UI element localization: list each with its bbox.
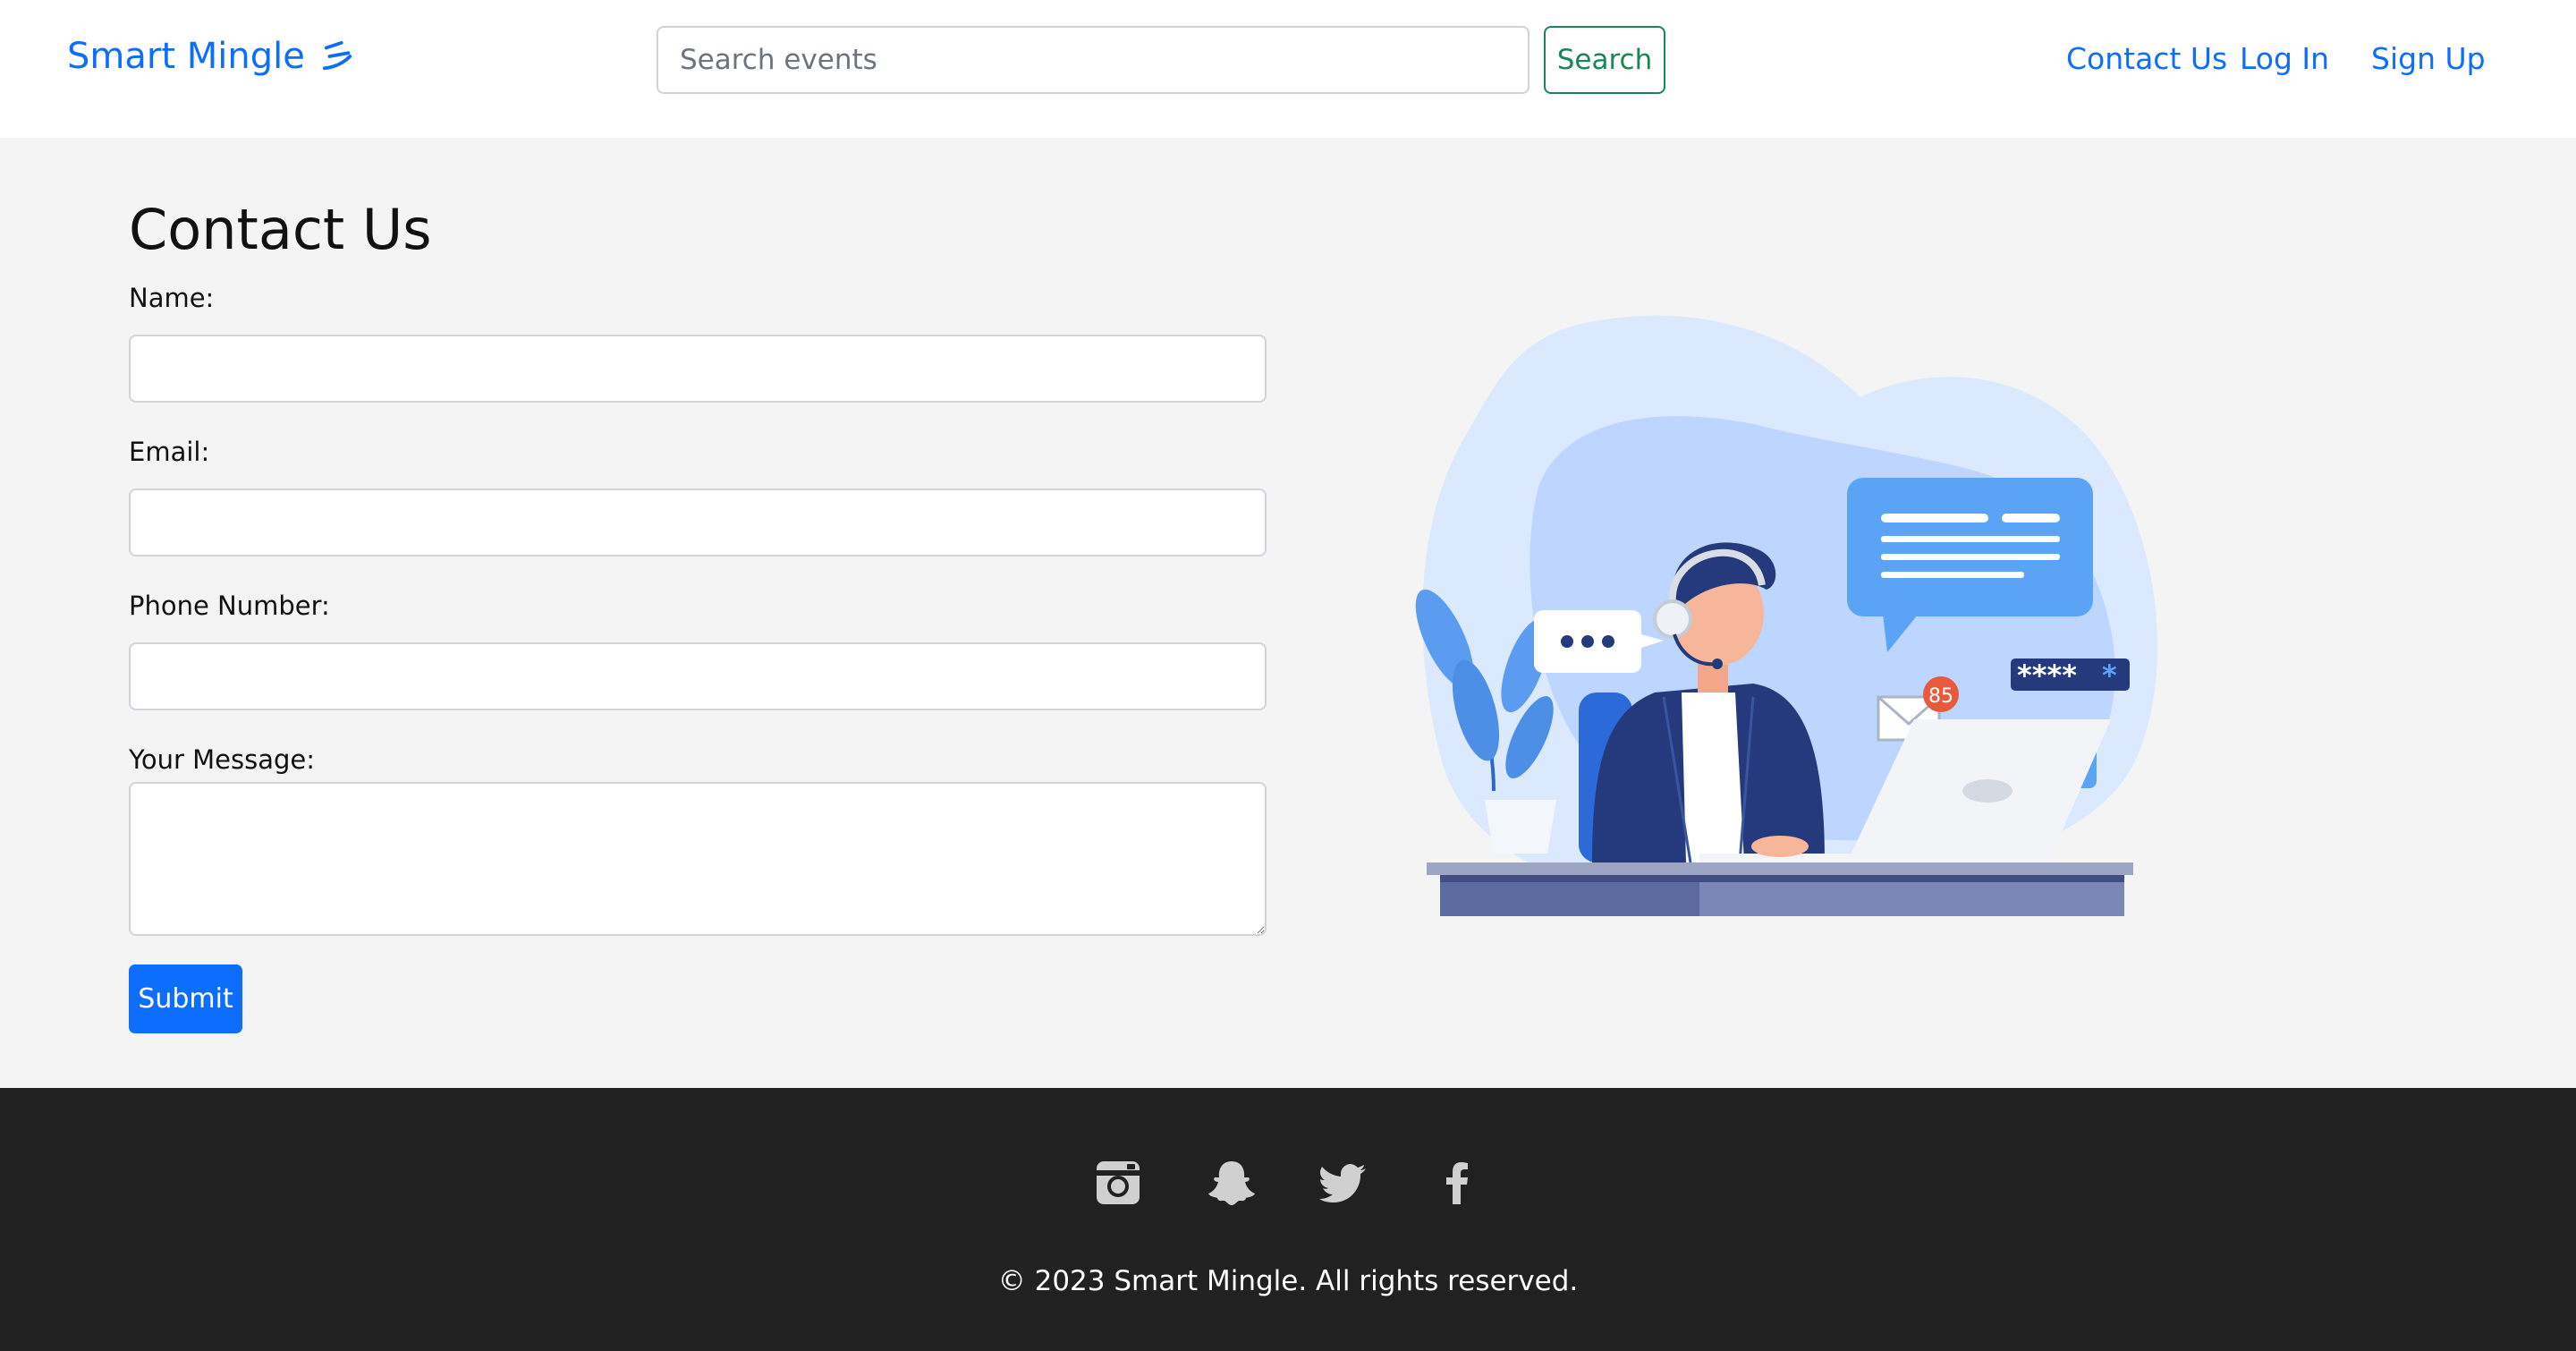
nav-contact-us-link[interactable]: Contact Us	[2066, 41, 2227, 76]
password-field-graphic: **** *	[2011, 659, 2130, 692]
brand-link[interactable]: Smart Mingle	[67, 36, 355, 77]
brand-name: Smart Mingle	[67, 36, 305, 77]
phone-field[interactable]	[129, 642, 1267, 710]
copyright-text: © 2023 Smart Mingle. All rights reserved…	[997, 1265, 1579, 1297]
instagram-link[interactable]	[1091, 1156, 1145, 1210]
snapchat-icon	[1208, 1161, 1255, 1205]
page-title: Contact Us	[129, 197, 432, 262]
submit-button[interactable]: Submit	[129, 964, 242, 1033]
desk	[1427, 862, 2133, 916]
name-field[interactable]	[129, 335, 1267, 403]
snapchat-link[interactable]	[1205, 1156, 1258, 1210]
nav-sign-up-link[interactable]: Sign Up	[2371, 41, 2486, 76]
email-field[interactable]	[129, 489, 1267, 557]
main-content: Contact Us Name: Email: Phone Number: Yo…	[0, 138, 2576, 1088]
message-textarea[interactable]	[129, 782, 1267, 936]
email-label: Email:	[129, 437, 210, 467]
instagram-icon	[1097, 1161, 1140, 1204]
sparkle-icon	[322, 40, 352, 71]
svg-text:85: 85	[1928, 685, 1953, 708]
search-input[interactable]	[657, 26, 1530, 94]
facebook-icon	[1446, 1162, 1468, 1204]
nav-log-in-link[interactable]: Log In	[2240, 41, 2329, 76]
twitter-link[interactable]	[1318, 1156, 1371, 1210]
customer-support-illustration: **** * 85	[1415, 315, 2158, 916]
svg-text:****: ****	[2017, 659, 2077, 692]
message-label: Your Message:	[129, 744, 315, 775]
phone-label: Phone Number:	[129, 591, 330, 621]
search-button[interactable]: Search	[1544, 26, 1665, 94]
name-label: Name:	[129, 283, 215, 313]
navbar: Smart Mingle Search Contact Us Log In Si…	[0, 0, 2576, 138]
facebook-link[interactable]	[1431, 1156, 1485, 1210]
svg-text:*: *	[2102, 659, 2117, 692]
footer: © 2023 Smart Mingle. All rights reserved…	[0, 1088, 2576, 1351]
twitter-icon	[1319, 1164, 1366, 1202]
